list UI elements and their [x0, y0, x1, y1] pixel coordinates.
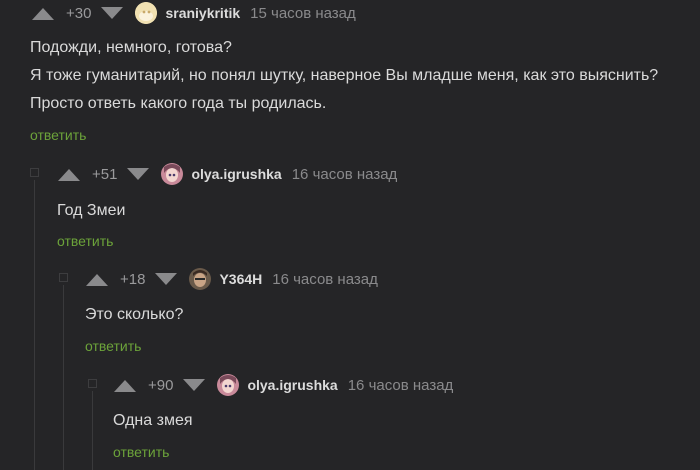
- comment-line: Подожди, немного, готова?: [30, 39, 232, 56]
- comment-header: +51 olya.igrushka 16 часов назад: [56, 161, 397, 187]
- upvote-icon[interactable]: [56, 166, 82, 182]
- thread-line: [34, 180, 35, 470]
- comment-line: Год Змеи: [57, 202, 126, 219]
- comment-text: Подожди, немного, готова? Я тоже гуманит…: [30, 34, 658, 118]
- reply-button[interactable]: ответить: [30, 127, 86, 143]
- comment-author[interactable]: Y364H: [219, 271, 262, 287]
- comment-text: Это сколько?: [85, 301, 183, 329]
- comment-time[interactable]: 16 часов назад: [348, 377, 454, 394]
- man-avatar[interactable]: [189, 268, 212, 290]
- comment-line: Это сколько?: [85, 306, 184, 323]
- downvote-icon[interactable]: [125, 166, 151, 182]
- upvote-icon[interactable]: [112, 377, 138, 393]
- comment-time[interactable]: 16 часов назад: [272, 271, 378, 288]
- comment-text: Год Змеи: [57, 197, 125, 225]
- comment-line: Одна змея: [113, 412, 193, 429]
- default-avatar[interactable]: [135, 2, 158, 24]
- reply-button[interactable]: ответить: [57, 233, 113, 249]
- comment-author[interactable]: olya.igrushka: [247, 377, 337, 393]
- comment-line: Я тоже гуманитарий, но понял шутку, наве…: [30, 67, 659, 84]
- comment-rating: +30: [66, 4, 92, 22]
- downvote-icon[interactable]: [99, 5, 125, 21]
- comment-header: +90 olya.igrushka 16 часов назад: [112, 372, 453, 398]
- comment-time[interactable]: 15 часов назад: [250, 5, 356, 22]
- downvote-icon[interactable]: [181, 377, 207, 393]
- collapse-thread-button[interactable]: [88, 379, 97, 388]
- comment-rating: +90: [148, 376, 174, 394]
- reply-button[interactable]: ответить: [113, 444, 169, 460]
- collapse-thread-button[interactable]: [59, 273, 68, 282]
- doll-avatar[interactable]: [217, 374, 240, 396]
- thread-line: [63, 285, 64, 470]
- comment-author[interactable]: olya.igrushka: [191, 166, 281, 182]
- comment-header: +30 sraniykritik 15 часов назад: [30, 0, 356, 26]
- upvote-icon[interactable]: [84, 271, 110, 287]
- downvote-icon[interactable]: [153, 271, 179, 287]
- comment-rating: +51: [92, 165, 118, 183]
- thread-line: [92, 391, 93, 470]
- collapse-thread-button[interactable]: [30, 168, 39, 177]
- comment-header: +18 Y364H 16 часов назад: [84, 266, 378, 292]
- doll-avatar[interactable]: [161, 163, 184, 185]
- comment-author[interactable]: sraniykritik: [165, 5, 240, 21]
- comment-line: Просто ответь какого года ты родилась.: [30, 95, 327, 112]
- comment-text: Одна змея: [113, 407, 193, 435]
- comment-time[interactable]: 16 часов назад: [292, 166, 398, 183]
- comment-rating: +18: [120, 270, 146, 288]
- reply-button[interactable]: ответить: [85, 338, 141, 354]
- upvote-icon[interactable]: [30, 5, 56, 21]
